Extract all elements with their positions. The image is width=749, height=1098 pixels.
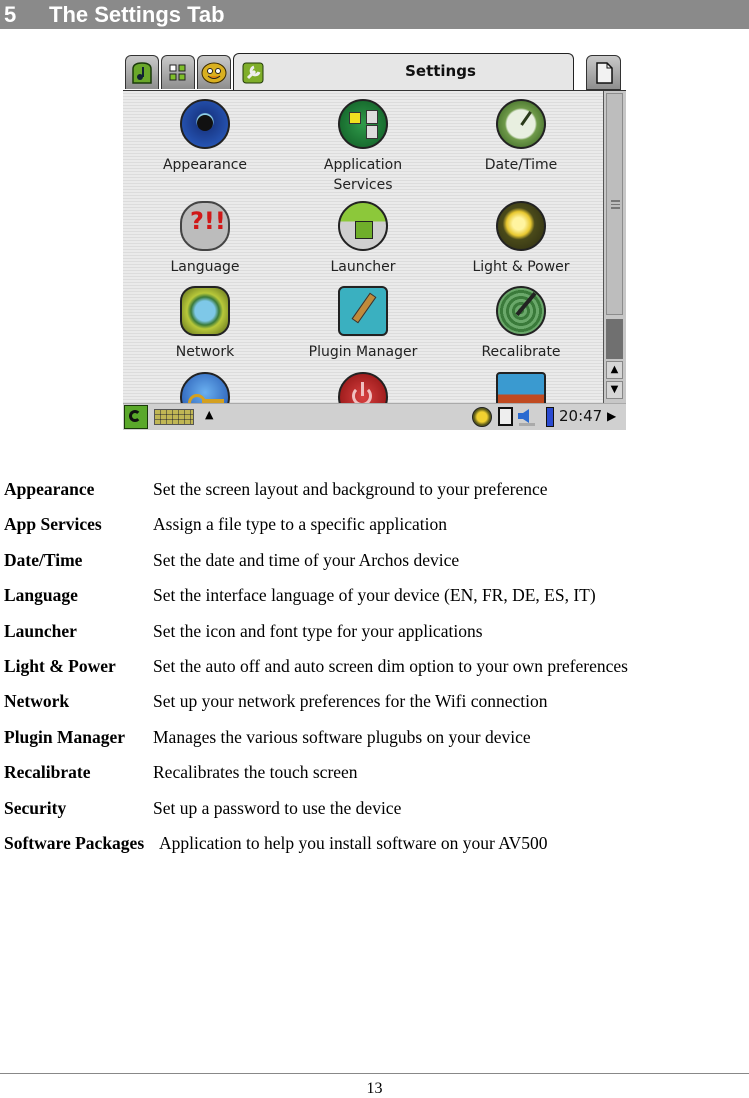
description-term: Software Packages bbox=[4, 832, 145, 853]
section-header: 5 The Settings Tab bbox=[0, 0, 749, 29]
up-arrow-button[interactable]: ▲ bbox=[205, 408, 213, 421]
clipboard-icon[interactable] bbox=[498, 407, 513, 426]
scroll-down-button[interactable]: ▼ bbox=[606, 381, 623, 399]
section-title: The Settings Tab bbox=[49, 2, 225, 27]
settings-item-label: Language bbox=[170, 259, 240, 275]
eye-icon bbox=[180, 99, 230, 149]
taskbar-right-arrow[interactable]: ▶ bbox=[607, 409, 616, 423]
description-row: Light & Power Set the auto off and auto s… bbox=[4, 655, 744, 690]
description-definition: Manages the various software plugubs on … bbox=[153, 726, 531, 747]
settings-item-recalibrate[interactable]: Recalibrate bbox=[441, 286, 601, 362]
settings-item-label: Appearance bbox=[162, 157, 248, 173]
settings-item-label: Network bbox=[175, 344, 235, 360]
page-number: 13 bbox=[366, 1080, 383, 1097]
section-number: 5 bbox=[4, 2, 17, 27]
description-term: App Services bbox=[4, 514, 102, 535]
settings-item-label: Date/Time bbox=[484, 157, 558, 173]
description-definition: Application to help you install software… bbox=[159, 832, 548, 853]
smiley-tab[interactable] bbox=[197, 55, 231, 89]
description-term: Date/Time bbox=[4, 549, 83, 570]
description-term: Light & Power bbox=[4, 655, 116, 676]
light-icon[interactable] bbox=[472, 407, 492, 427]
music-note-icon bbox=[132, 61, 152, 84]
tab-bar: Settings bbox=[123, 52, 626, 91]
description-row: Recalibrate Recalibrates the touch screen bbox=[4, 761, 744, 796]
footer-divider bbox=[0, 1073, 749, 1074]
description-definition: Set the icon and font type for your appl… bbox=[153, 620, 483, 641]
settings-description-list: Appearance Set the screen layout and back… bbox=[4, 478, 744, 867]
applications-tab[interactable] bbox=[161, 55, 195, 89]
settings-item-launcher[interactable]: Launcher bbox=[283, 201, 443, 277]
settings-item-application-services[interactable]: Application Services bbox=[283, 99, 443, 195]
puzzle-icon bbox=[338, 286, 388, 336]
device-screenshot: Settings Appearance ApplicationServices bbox=[123, 52, 626, 430]
settings-item-network[interactable]: Network bbox=[125, 286, 285, 362]
description-row: Security Set up a password to use the dev… bbox=[4, 797, 744, 832]
description-row: Network Set up your network preferences f… bbox=[4, 690, 744, 725]
launcher-icon bbox=[338, 201, 388, 251]
smiley-face-icon bbox=[201, 62, 227, 83]
wrench-icon bbox=[242, 62, 264, 83]
speaker-icon[interactable] bbox=[517, 408, 539, 426]
document-icon bbox=[595, 61, 613, 84]
window-title: Settings bbox=[405, 62, 476, 80]
settings-item-language[interactable]: ?!! Language bbox=[125, 201, 285, 277]
scroll-up-button[interactable]: ▲ bbox=[606, 361, 623, 379]
description-row: App Services Assign a file type to a spec… bbox=[4, 513, 744, 548]
description-row: Software Packages Application to help you… bbox=[4, 832, 744, 867]
description-definition: Set the interface language of your devic… bbox=[153, 585, 596, 606]
settings-item-light-power[interactable]: Light & Power bbox=[441, 201, 601, 277]
grid-icon bbox=[169, 64, 186, 80]
description-row: Appearance Set the screen layout and back… bbox=[4, 478, 744, 513]
description-definition: Set up a password to use the device bbox=[153, 797, 402, 818]
description-term: Network bbox=[4, 691, 70, 712]
description-definition: Set the date and time of your Archos dev… bbox=[153, 549, 460, 570]
scroll-track[interactable] bbox=[606, 319, 623, 359]
settings-item-label: Recalibrate bbox=[481, 344, 561, 360]
description-row: Plugin Manager Manages the various softwa… bbox=[4, 726, 744, 761]
description-row: Launcher Set the icon and font type for y… bbox=[4, 620, 744, 655]
keyboard-icon[interactable] bbox=[154, 409, 194, 425]
settings-item-label: Application Services bbox=[323, 157, 403, 193]
stylus-target-icon bbox=[496, 286, 546, 336]
description-row: Language Set the interface language of yo… bbox=[4, 584, 744, 619]
battery-icon bbox=[546, 407, 554, 427]
settings-item-label: Plugin Manager bbox=[308, 344, 418, 360]
description-definition: Set the screen layout and background to … bbox=[153, 479, 548, 499]
scroll-thumb[interactable] bbox=[606, 93, 623, 315]
description-row: Date/Time Set the date and time of your A… bbox=[4, 549, 744, 584]
settings-item-plugin-manager[interactable]: Plugin Manager bbox=[283, 286, 443, 362]
document-tab[interactable] bbox=[586, 55, 621, 90]
music-tab[interactable] bbox=[125, 55, 159, 89]
taskbar: ▲ 20:47 ▶ bbox=[123, 403, 626, 430]
clock-icon bbox=[496, 99, 546, 149]
settings-grid: Appearance Application Services Date/Time… bbox=[123, 91, 603, 422]
description-definition: Assign a file type to a specific applica… bbox=[153, 514, 448, 535]
settings-item-appearance[interactable]: Appearance bbox=[125, 99, 285, 175]
description-term: Language bbox=[4, 585, 78, 606]
description-term: Recalibrate bbox=[4, 762, 91, 783]
scrollbar[interactable]: ▲ ▼ bbox=[603, 91, 626, 403]
speech-bubble-icon: ?!! bbox=[180, 201, 230, 251]
description-term: Appearance bbox=[4, 479, 95, 499]
clock: 20:47 bbox=[559, 407, 603, 425]
description-definition: Recalibrates the touch screen bbox=[153, 762, 358, 783]
description-term: Launcher bbox=[4, 620, 77, 641]
description-term: Plugin Manager bbox=[4, 726, 126, 747]
settings-item-date-time[interactable]: Date/Time bbox=[441, 99, 601, 175]
settings-item-label: Launcher bbox=[330, 259, 396, 275]
home-icon[interactable] bbox=[124, 405, 148, 429]
description-term: Security bbox=[4, 797, 67, 818]
settings-item-label: Light & Power bbox=[472, 259, 570, 275]
lightbulb-icon bbox=[496, 201, 546, 251]
globe-icon bbox=[180, 286, 230, 336]
scroll-grip-icon bbox=[611, 200, 620, 209]
description-definition: Set up your network preferences for the … bbox=[153, 691, 548, 712]
description-definition: Set the auto off and auto screen dim opt… bbox=[153, 655, 628, 676]
circuit-icon bbox=[338, 99, 388, 149]
